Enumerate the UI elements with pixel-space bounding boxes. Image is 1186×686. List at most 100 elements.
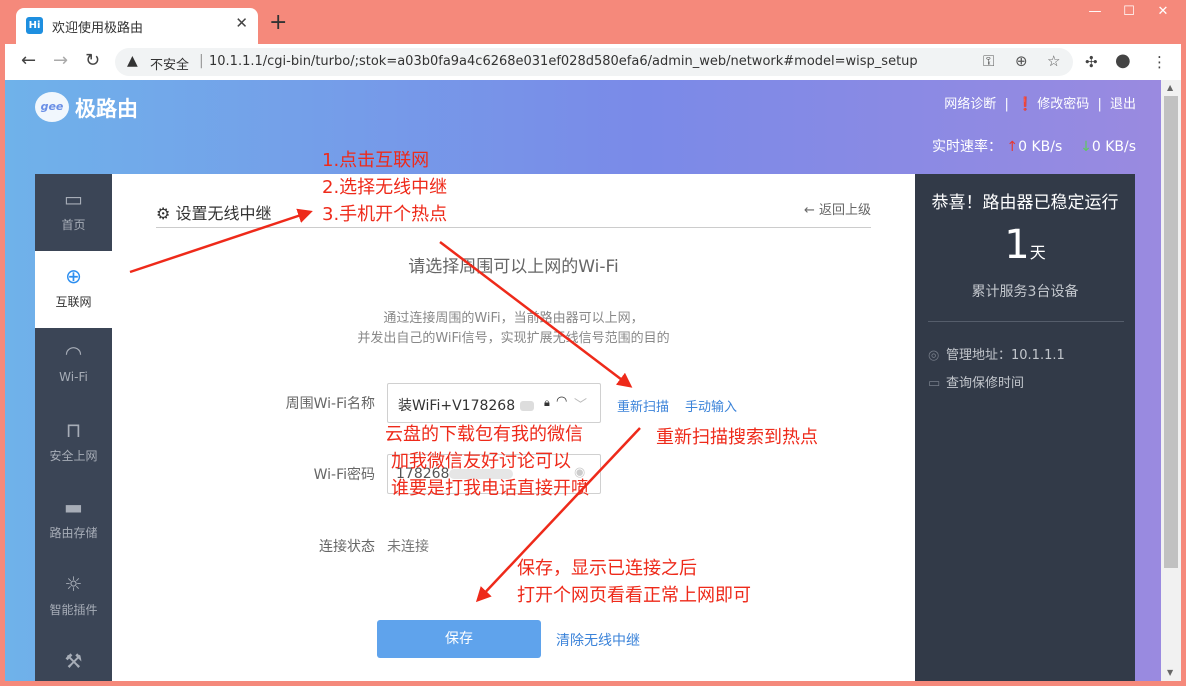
tab-title: 欢迎使用极路由 — [52, 21, 144, 36]
status-panel: 恭喜！路由器已稳定运行 1天 累计服务3台设备 ◎ 管理地址：10.1.1.1 ▭… — [915, 174, 1135, 681]
url-text[interactable]: 10.1.1.1/cgi-bin/turbo/;stok=a03b0fa9a4c… — [209, 54, 918, 69]
clear-wisp-link[interactable]: 清除无线中继 — [556, 630, 640, 650]
annotation-save-note-2: 打开个网页看看正常上网即可 — [517, 585, 751, 606]
redacted-mark — [519, 401, 534, 411]
profile-avatar-icon[interactable]: ● — [1115, 50, 1131, 71]
annotation-rescan-note: 重新扫描搜索到热点 — [656, 427, 818, 448]
globe-icon: ⊕ — [65, 264, 82, 288]
download-arrow-icon: ↓ — [1080, 139, 1092, 155]
sidebar-item-label: 安全上网 — [49, 449, 98, 463]
info-icon: ❗ — [1016, 97, 1034, 112]
scroll-up-icon[interactable]: ▲ — [1167, 83, 1173, 92]
card-icon: ▭ — [928, 376, 941, 391]
browser-tab[interactable]: Hi 欢迎使用极路由 ✕ — [16, 8, 258, 44]
connection-status-label: 连接状态 — [319, 539, 375, 555]
tab-close-icon[interactable]: ✕ — [235, 14, 248, 32]
sidebar-nav: ▭ 首页 ⊕ 互联网 ◠ Wi-Fi ⊓ 安全上网 ▬ 路由存储 ☼ 智能插件 … — [35, 174, 112, 681]
back-arrow-icon[interactable]: ← — [21, 51, 36, 71]
status-title: 恭喜！路由器已稳定运行 — [931, 193, 1119, 213]
star-icon[interactable]: ☆ — [1047, 52, 1060, 70]
page-scrollbar[interactable]: ▲ ▼ — [1161, 80, 1181, 681]
browser-tabstrip: Hi 欢迎使用极路由 ✕ + — ☐ ✕ — [0, 0, 1186, 44]
sidebar-item-storage[interactable]: ▬ 路由存储 — [35, 482, 112, 559]
wifi-signal-icon: ◠ — [556, 394, 568, 409]
description-line-2: 并发出自己的WiFi信号，实现扩展无线信号范围的目的 — [357, 331, 670, 346]
manual-input-link[interactable]: 手动输入 — [685, 396, 737, 415]
back-link[interactable]: ← 返回上级 — [804, 199, 871, 218]
select-prompt: 请选择周围可以上网的Wi-Fi — [408, 257, 619, 277]
minimize-window-button[interactable]: — — [1080, 4, 1110, 22]
browser-toolbar: ← → ↻ ▲ 不安全 | 10.1.1.1/cgi-bin/turbo/;st… — [5, 44, 1181, 80]
address-separator: | — [199, 53, 204, 69]
sidebar-item-plugins[interactable]: ☼ 智能插件 — [35, 559, 112, 636]
scroll-down-icon[interactable]: ▼ — [1167, 668, 1173, 677]
change-password-link[interactable]: 修改密码 — [1037, 93, 1089, 112]
scroll-thumb[interactable] — [1164, 96, 1178, 568]
sidebar-item-label: 互联网 — [55, 295, 92, 309]
wifi-name-value: 装WiFi+V178268 — [398, 395, 534, 415]
monitor-icon: ▭ — [64, 187, 83, 211]
annotation-step-2: 2.选择无线中继 — [322, 177, 448, 198]
gear-icon: ⚙ — [156, 204, 171, 223]
settings-icon: ◎ — [928, 348, 940, 363]
rescan-link[interactable]: 重新扫描 — [617, 396, 669, 415]
sidebar-item-label: 首页 — [61, 218, 86, 232]
sidebar-item-label: 智能插件 — [49, 603, 98, 617]
insecure-label[interactable]: 不安全 — [150, 54, 189, 73]
uptime-days-unit: 天 — [1029, 243, 1046, 262]
extensions-icon[interactable]: ✣ — [1085, 53, 1098, 71]
page-title: ⚙ 设置无线中继 — [156, 200, 271, 224]
download-speed: 0 KB/s — [1091, 139, 1136, 155]
reload-icon[interactable]: ↻ — [85, 51, 100, 71]
forward-arrow-icon[interactable]: → — [53, 51, 68, 71]
top-nav: 网络诊断 | ❗ 修改密码 | 退出 — [944, 93, 1136, 112]
back-arrow-icon: ← — [803, 203, 815, 218]
address-bar[interactable]: ▲ 不安全 | 10.1.1.1/cgi-bin/turbo/;stok=a03… — [115, 48, 1073, 76]
sidebar-item-label: 路由存储 — [49, 526, 98, 540]
description-line-1: 通过连接周围的WiFi，当前路由器可以上网， — [383, 311, 644, 326]
annotation-download-note-3: 谁要是打我电话直接开喷 — [391, 478, 589, 499]
sidebar-item-wifi[interactable]: ◠ Wi-Fi — [35, 328, 112, 405]
wifi-name-label: 周围Wi-Fi名称 — [285, 396, 375, 412]
annotation-download-note-1: 云盘的下载包有我的微信 — [385, 424, 583, 445]
key-icon[interactable]: ⚿ — [983, 52, 994, 70]
sidebar-item-tools[interactable]: ⚒ — [35, 636, 112, 681]
sidebar-item-label: Wi-Fi — [59, 370, 88, 384]
served-devices: 累计服务3台设备 — [971, 284, 1079, 300]
annotation-step-1: 1.点击互联网 — [322, 150, 430, 171]
logo-mark: gee — [35, 92, 69, 122]
nav-divider: | — [1004, 97, 1009, 112]
admin-address: ◎ 管理地址：10.1.1.1 — [928, 348, 1065, 363]
diagnose-link[interactable]: 网络诊断 — [944, 93, 996, 112]
page-title-text: 设置无线中继 — [175, 204, 272, 223]
zoom-icon[interactable]: ⊕ — [1015, 52, 1028, 70]
logo-text: 极路由 — [75, 97, 138, 121]
speed-label: 实时速率： — [931, 139, 1002, 155]
sidebar-item-internet[interactable]: ⊕ 互联网 — [35, 251, 112, 328]
lock-icon: ⊓ — [65, 418, 82, 442]
realtime-speed: 实时速率： ↑0 KB/s ↓0 KB/s — [932, 136, 1136, 156]
annotation-step-3: 3.手机开个热点 — [322, 204, 448, 225]
folder-icon: ▬ — [64, 495, 83, 519]
maximize-window-button[interactable]: ☐ — [1114, 4, 1144, 22]
save-button[interactable]: 保存 — [377, 620, 541, 658]
wifi-password-label: Wi-Fi密码 — [313, 467, 375, 483]
annotation-save-note-1: 保存，显示已连接之后 — [517, 558, 697, 579]
upload-speed: 0 KB/s — [1018, 139, 1063, 155]
new-tab-button[interactable]: + — [269, 12, 287, 34]
bulb-icon: ☼ — [64, 572, 83, 596]
annotation-download-note-2: 加我微信友好讨论可以 — [391, 451, 571, 472]
logout-link[interactable]: 退出 — [1110, 93, 1136, 112]
nav-divider: | — [1097, 97, 1102, 112]
wifi-icon: ◠ — [64, 341, 83, 365]
warning-icon[interactable]: ▲ — [127, 53, 138, 69]
warranty-query-link[interactable]: ▭ 查询保修时间 — [928, 372, 1024, 391]
sidebar-item-home[interactable]: ▭ 首页 — [35, 174, 112, 251]
favicon-icon: Hi — [26, 17, 43, 34]
close-window-button[interactable]: ✕ — [1148, 4, 1178, 22]
menu-dots-icon[interactable]: ⋮ — [1152, 53, 1167, 71]
chevron-down-icon: ﹀ — [574, 398, 588, 413]
lock-icon: 🔒︎ — [544, 396, 550, 409]
sidebar-item-security[interactable]: ⊓ 安全上网 — [35, 405, 112, 482]
wifi-name-select[interactable]: 装WiFi+V178268 🔒︎ ◠ ﹀ — [387, 383, 601, 423]
